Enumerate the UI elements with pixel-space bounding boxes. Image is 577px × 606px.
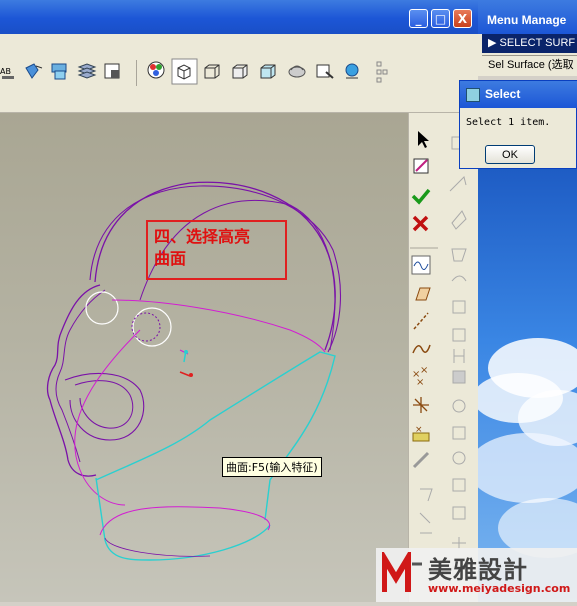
sketch-icon[interactable] (413, 158, 429, 174)
minimize-button[interactable]: _ (409, 9, 428, 28)
neck-curve-bottom[interactable] (95, 477, 271, 561)
accept-icon[interactable] (411, 188, 431, 205)
menu-item-sel-surface[interactable]: Sel Surface (选取 (482, 55, 577, 73)
cloud-image (468, 338, 577, 558)
maximize-button[interactable]: □ (431, 9, 450, 28)
points-icon[interactable]: × ×× (412, 365, 428, 388)
offset-icon[interactable] (412, 451, 430, 469)
analysis-icon[interactable]: × (412, 425, 430, 442)
hidden-line-icon[interactable] (232, 64, 248, 79)
annotation-line2: 曲面 (154, 249, 187, 268)
close-button[interactable]: X (453, 9, 472, 28)
menu-manager-title: Menu Manage (478, 0, 577, 34)
shading-icon[interactable] (288, 65, 306, 78)
menu-item-select-surf-label: SELECT SURF (499, 37, 576, 49)
csys-icon[interactable] (413, 397, 429, 413)
triangle-right-icon: ▶ (488, 37, 500, 49)
neck-ellipse-top[interactable] (99, 506, 271, 536)
watermark-brand: 美雅設計 (428, 556, 528, 584)
layer-icon[interactable] (77, 63, 97, 79)
surface-tooltip: 曲面:F5(输入特征) (222, 457, 322, 477)
svg-text:×: × (416, 377, 424, 388)
watermark-url: www.meiyadesign.com (428, 582, 571, 595)
annotation-line1: 四、选择高亮 (154, 227, 251, 246)
jaw-curve[interactable] (64, 372, 145, 441)
watermark: 美雅設計 www.meiyadesign.com (376, 548, 577, 602)
main-window-titlebar (0, 0, 478, 34)
model-tree-icon[interactable] (104, 63, 120, 79)
select-dialog-title: Select (460, 81, 577, 108)
disabled-tool-column (419, 136, 467, 576)
annotation-box: 四、选择高亮 曲面 (146, 220, 287, 280)
rotate-view-icon[interactable] (25, 63, 43, 79)
dialog-app-icon (466, 88, 480, 102)
spin-center-icon[interactable] (345, 63, 359, 79)
plane-icon[interactable] (415, 287, 431, 301)
face-profile-inner-curve[interactable] (55, 289, 106, 463)
no-hidden-icon[interactable] (260, 64, 276, 79)
ok-button[interactable]: OK (485, 145, 535, 164)
head-model-curves[interactable] (0, 113, 408, 602)
menu-manager-panel: Menu Manage ▶ SELECT SURF Sel Surface (选… (478, 0, 577, 76)
right-toolbar-icons: × ×× × (410, 131, 467, 576)
curve-icon[interactable] (411, 255, 431, 275)
pointer-icon[interactable] (418, 131, 429, 148)
top-toolbar-icons: AB (0, 58, 388, 86)
eye-circle-front[interactable] (85, 291, 119, 325)
cancel-icon[interactable] (412, 215, 429, 232)
neck-curve-back[interactable] (95, 351, 336, 521)
desktop-background (468, 168, 577, 602)
select-dialog-message: Select 1 item. (466, 117, 551, 128)
svg-text:×: × (420, 365, 428, 376)
regen-icon[interactable] (51, 63, 67, 80)
wireframe-icon[interactable] (204, 64, 220, 79)
menu-item-select-surf[interactable]: ▶ SELECT SURF (482, 34, 577, 53)
svg-text:AB: AB (0, 67, 11, 76)
spline-icon[interactable] (412, 344, 431, 354)
eye-circle-side[interactable] (132, 307, 172, 347)
select-dialog-title-text: Select (485, 87, 521, 101)
svg-text:×: × (415, 425, 423, 435)
saved-views-icon[interactable] (316, 64, 334, 79)
meiya-logo (382, 552, 422, 592)
axis-icon[interactable] (413, 312, 429, 330)
text-ab-icon[interactable]: AB (0, 67, 14, 79)
shaded-cube-icon[interactable] (171, 58, 198, 85)
datum-icon[interactable] (376, 61, 388, 83)
select-dialog: Select Select 1 item. OK (459, 80, 577, 169)
color-appearance-icon[interactable] (147, 61, 165, 79)
